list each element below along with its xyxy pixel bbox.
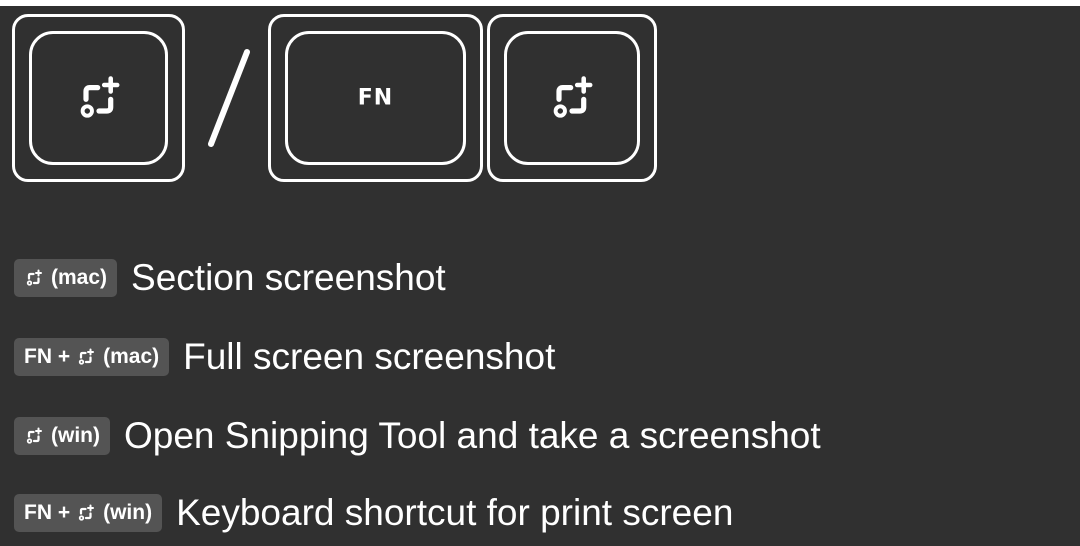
legend-description: Full screen screenshot bbox=[183, 336, 556, 377]
chip-modifier: FN + bbox=[24, 345, 71, 368]
shortcut-chip: (mac) bbox=[14, 259, 118, 297]
shortcut-chip: FN + (win) bbox=[14, 494, 163, 532]
slash-separator bbox=[208, 49, 250, 147]
screenshot-icon bbox=[553, 76, 593, 118]
chip-platform: (win) bbox=[103, 501, 153, 524]
legend-description: Keyboard shortcut for print screen bbox=[176, 492, 734, 533]
screenshot-key-right bbox=[487, 14, 657, 182]
legend-row-win-snip: (win) Open Snipping Tool and take a scre… bbox=[14, 411, 821, 461]
legend-description: Open Snipping Tool and take a screenshot bbox=[123, 415, 821, 456]
screenshot-icon bbox=[26, 269, 42, 286]
screenshot-icon bbox=[80, 76, 119, 118]
chip-platform: (win) bbox=[51, 424, 100, 447]
chip-platform: (mac) bbox=[51, 266, 108, 289]
shortcut-chip: (win) bbox=[14, 417, 110, 455]
legend-row-mac-section: (mac) Section screenshot bbox=[14, 253, 446, 303]
fn-key: FN bbox=[268, 14, 483, 182]
chip-platform: (mac) bbox=[103, 345, 160, 368]
shortcut-chip: FN + (mac) bbox=[14, 338, 170, 376]
legend-description: Section screenshot bbox=[131, 257, 446, 298]
chip-modifier: FN + bbox=[24, 501, 71, 524]
screenshot-key-left bbox=[12, 14, 185, 182]
top-border bbox=[0, 0, 1080, 6]
legend-row-win-print: FN + (win) Keyboard shortcut for print s… bbox=[14, 488, 733, 538]
legend-row-mac-full: FN + (mac) Full screen screenshot bbox=[14, 332, 555, 382]
screenshot-icon bbox=[26, 427, 42, 444]
fn-key-label: FN bbox=[357, 85, 394, 111]
screenshot-icon bbox=[78, 504, 95, 521]
screenshot-icon bbox=[78, 348, 95, 365]
